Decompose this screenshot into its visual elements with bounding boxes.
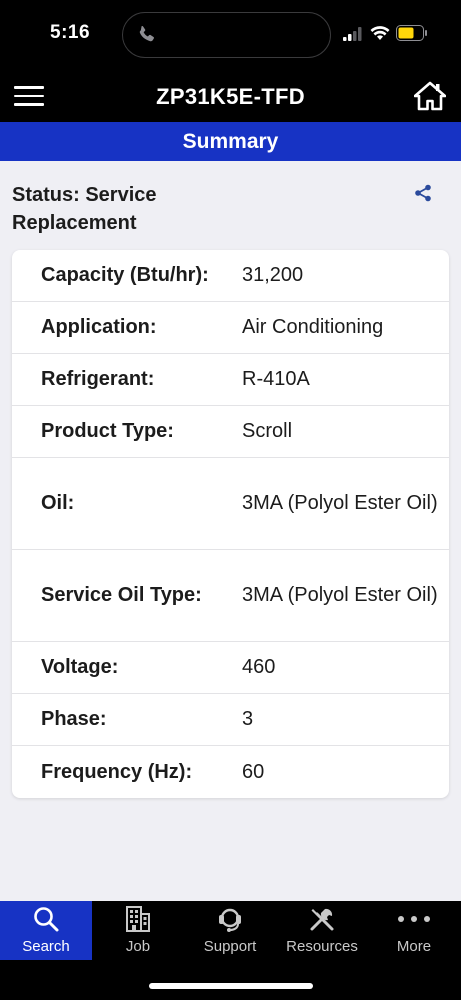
wifi-icon [370, 26, 390, 40]
spec-row-refrigerant: Refrigerant: R-410A [12, 354, 449, 406]
spec-row-application: Application: Air Conditioning [12, 302, 449, 354]
spec-row-capacity: Capacity (Btu/hr): 31,200 [12, 250, 449, 302]
call-icon [139, 26, 154, 42]
status-time: 5:16 [50, 22, 91, 43]
battery-icon [396, 25, 427, 41]
spec-value: 3MA (Polyol Ester Oil) [242, 492, 438, 514]
spec-row-product-type: Product Type: Scroll [12, 406, 449, 458]
spec-label: Phase: [41, 708, 107, 730]
spec-row-service-oil-type: Service Oil Type: 3MA (Polyol Ester Oil) [12, 550, 449, 642]
spec-row-phase: Phase: 3 [12, 694, 449, 746]
tab-support[interactable]: Support [184, 901, 276, 960]
status-bar: 5:16 [0, 0, 461, 72]
spec-row-oil: Oil: 3MA (Polyol Ester Oil) [12, 458, 449, 550]
spec-card: Capacity (Btu/hr): 31,200 Application: A… [12, 250, 449, 798]
spec-value: R-410A [242, 368, 310, 390]
tab-label: More [396, 938, 432, 955]
search-icon [34, 907, 59, 932]
spec-label: Service Oil Type: [41, 584, 202, 606]
summary-header: Summary [0, 122, 461, 161]
tab-label: Search [22, 938, 70, 955]
dynamic-island[interactable] [122, 12, 331, 58]
spec-label: Voltage: [41, 656, 119, 678]
spec-value: Scroll [242, 420, 293, 442]
spec-value: 3 [242, 708, 254, 730]
spec-value: Air Conditioning [242, 316, 384, 338]
spec-label: Product Type: [41, 420, 174, 442]
spec-value: 60 [242, 760, 265, 783]
home-indicator [149, 983, 313, 989]
signal-icon [343, 27, 362, 41]
tab-bar: Search Job Support Resources More [0, 901, 461, 1000]
tab-label: Resources [286, 938, 358, 955]
tab-job[interactable]: Job [92, 901, 184, 960]
status-label: Status: Service Replacement [12, 184, 157, 234]
more-icon [398, 916, 430, 922]
spec-label: Oil: [41, 492, 75, 514]
app-header: ZP31K5E-TFD [0, 72, 461, 122]
spec-label: Capacity (Btu/hr): [41, 264, 209, 286]
tab-label: Job [125, 938, 151, 955]
spec-row-voltage: Voltage: 460 [12, 642, 449, 694]
home-icon[interactable] [414, 81, 446, 111]
spec-value: 460 [242, 656, 276, 678]
page-title: ZP31K5E-TFD [156, 84, 305, 109]
spec-label: Application: [41, 316, 157, 338]
spec-row-frequency: Frequency (Hz): 60 [12, 746, 449, 798]
spec-value: 3MA (Polyol Ester Oil) [242, 584, 438, 606]
share-icon[interactable] [414, 184, 432, 202]
tab-more[interactable]: More [368, 901, 460, 960]
tab-search[interactable]: Search [0, 901, 92, 960]
tab-resources[interactable]: Resources [276, 901, 368, 960]
spec-value: 31,200 [242, 264, 304, 286]
spec-label: Refrigerant: [41, 368, 155, 390]
tools-icon [310, 908, 334, 931]
spec-label: Frequency (Hz): [41, 760, 193, 783]
tab-label: Support [203, 938, 257, 955]
building-icon [126, 906, 150, 932]
headset-icon [219, 908, 241, 932]
